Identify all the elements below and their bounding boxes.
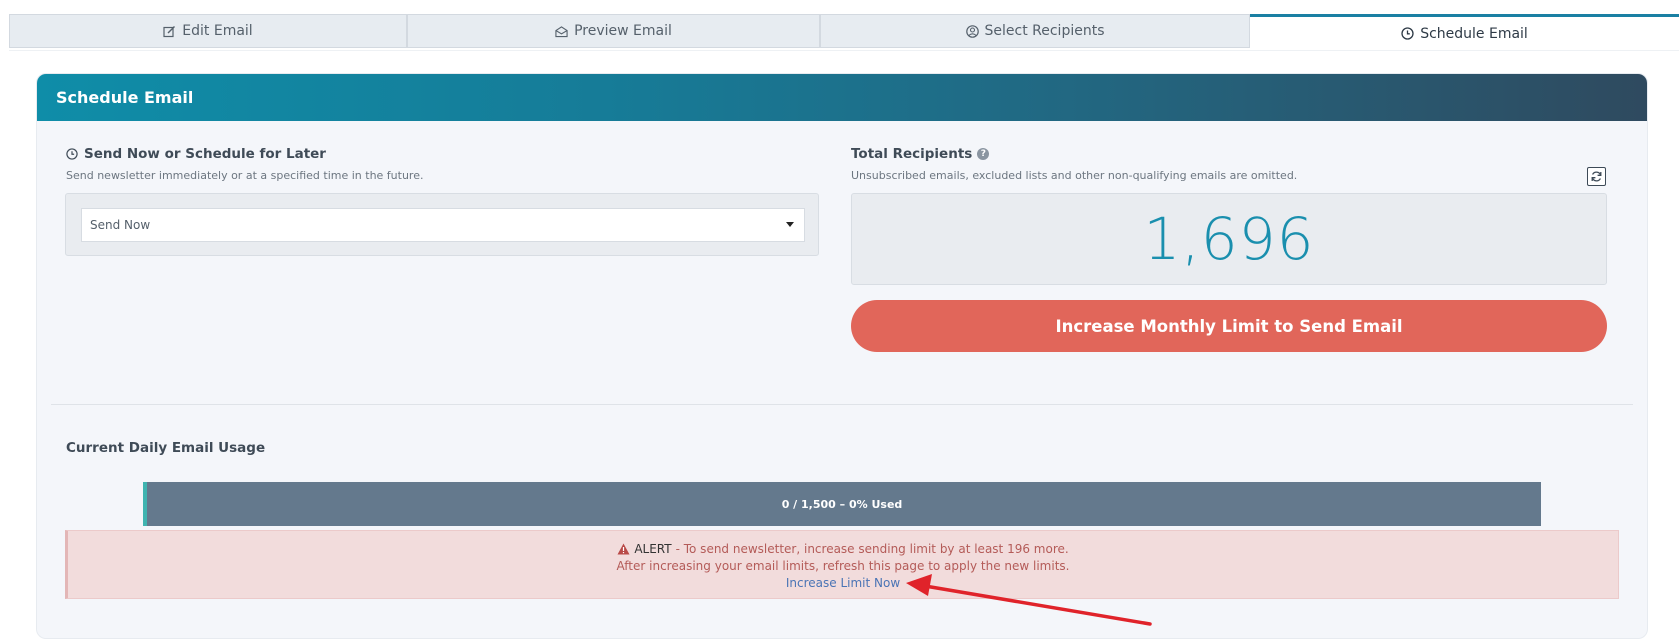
clock-icon bbox=[1401, 27, 1414, 40]
send-mode-value: Send Now bbox=[90, 218, 151, 232]
increase-monthly-limit-button[interactable]: Increase Monthly Limit to Send Email bbox=[851, 300, 1607, 352]
send-section-title: Send Now or Schedule for Later bbox=[66, 146, 326, 162]
tab-bar: Edit Email Preview Email Select Recipien… bbox=[9, 14, 1679, 50]
envelope-open-icon bbox=[555, 25, 568, 38]
tab-label: Select Recipients bbox=[984, 23, 1105, 39]
recipients-section-subtitle: Unsubscribed emails, excluded lists and … bbox=[851, 169, 1298, 182]
edit-icon bbox=[163, 25, 176, 38]
tab-edit-email[interactable]: Edit Email bbox=[9, 14, 407, 48]
progress-label: 0 / 1,500 – 0% Used bbox=[781, 497, 903, 511]
limit-alert: ALERT - To send newsletter, increase sen… bbox=[65, 530, 1619, 599]
tab-underline bbox=[9, 50, 1679, 51]
refresh-button[interactable] bbox=[1587, 167, 1606, 186]
recipient-count: 1,696 bbox=[1143, 205, 1315, 273]
tab-select-recipients[interactable]: Select Recipients bbox=[820, 14, 1250, 48]
tab-label: Edit Email bbox=[182, 23, 253, 39]
alert-line-1: ALERT - To send newsletter, increase sen… bbox=[68, 542, 1618, 556]
warning-icon bbox=[617, 543, 630, 555]
recipients-title-text: Total Recipients bbox=[851, 146, 973, 162]
send-mode-select[interactable]: Send Now bbox=[81, 208, 805, 242]
tab-label: Preview Email bbox=[574, 23, 672, 39]
increase-limit-link-text[interactable]: Increase Limit Now bbox=[786, 576, 900, 590]
clock-icon bbox=[66, 148, 78, 160]
alert-message: - To send newsletter, increase sending l… bbox=[675, 542, 1069, 556]
usage-section-title: Current Daily Email Usage bbox=[66, 440, 266, 456]
card-title: Schedule Email bbox=[56, 88, 194, 107]
send-select-wrapper: Send Now bbox=[65, 193, 819, 256]
user-circle-icon bbox=[965, 24, 979, 38]
recipient-count-box: 1,696 bbox=[851, 193, 1607, 285]
increase-limit-link[interactable]: Increase Limit Now bbox=[68, 576, 1618, 590]
section-divider bbox=[51, 404, 1633, 405]
caret-down-icon bbox=[786, 222, 794, 227]
progress-fill bbox=[143, 482, 147, 526]
question-circle-icon[interactable]: ? bbox=[977, 148, 990, 160]
tab-preview-email[interactable]: Preview Email bbox=[407, 14, 820, 48]
recipients-section-title: Total Recipients ? bbox=[851, 146, 990, 162]
daily-usage-progress-bar: 0 / 1,500 – 0% Used bbox=[143, 482, 1541, 526]
tab-schedule-email[interactable]: Schedule Email bbox=[1250, 14, 1679, 50]
send-title-text: Send Now or Schedule for Later bbox=[84, 146, 326, 162]
alert-label: ALERT bbox=[634, 542, 672, 556]
alert-line-2: After increasing your email limits, refr… bbox=[616, 559, 1070, 573]
schedule-card: Schedule Email Send Now or Schedule for … bbox=[37, 74, 1647, 638]
tab-label: Schedule Email bbox=[1420, 25, 1528, 42]
send-section-subtitle: Send newsletter immediately or at a spec… bbox=[66, 169, 424, 182]
card-header: Schedule Email bbox=[37, 74, 1647, 121]
refresh-icon bbox=[1590, 170, 1603, 183]
